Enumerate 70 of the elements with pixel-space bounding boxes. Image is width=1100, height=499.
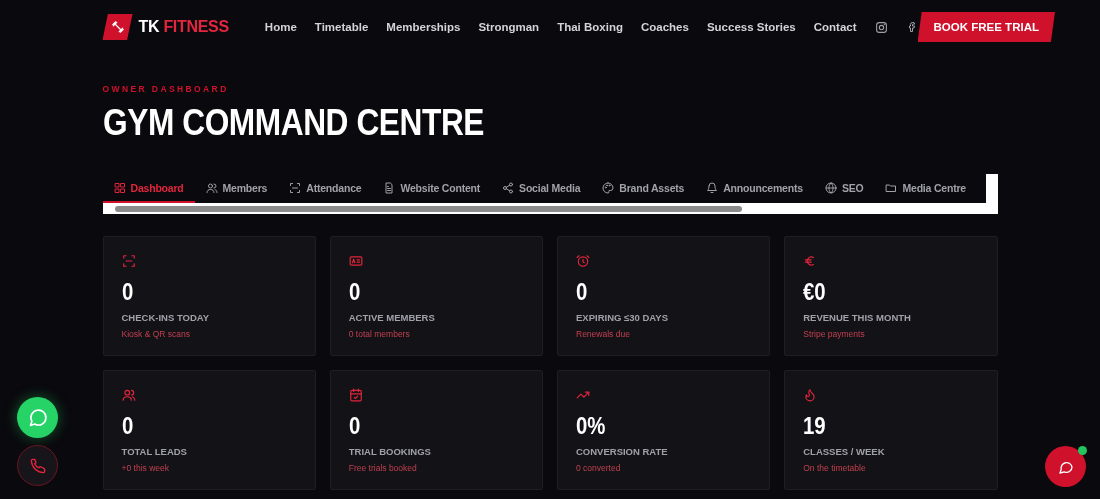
tab[interactable]: Social Media <box>491 174 592 203</box>
scan-icon <box>121 254 136 268</box>
stat-label: CHECK-INS TODAY <box>121 312 211 323</box>
dumbbell-icon <box>110 20 125 34</box>
tab[interactable]: Members <box>194 174 279 203</box>
flame-icon <box>803 388 818 402</box>
stat-note: +0 this week <box>121 463 170 473</box>
nav-link[interactable]: Home <box>264 21 297 33</box>
stat-value: 0 <box>348 412 362 440</box>
tab[interactable]: Announcements <box>695 174 814 203</box>
stat-label: CONVERSION RATE <box>576 446 669 457</box>
whatsapp-button[interactable] <box>17 397 58 438</box>
stat-label: TRIAL BOOKINGS <box>348 446 432 457</box>
scan-icon <box>289 181 302 194</box>
online-indicator <box>1078 446 1087 455</box>
instagram-icon <box>874 20 888 34</box>
logo-icon[interactable] <box>102 14 133 40</box>
stat-value: 0 <box>348 278 362 306</box>
globe-icon <box>824 181 837 194</box>
stat-note: Kiosk & QR scans <box>121 329 191 339</box>
id-card-icon <box>348 254 363 268</box>
stat-note: Renewals due <box>576 329 631 339</box>
stat-label: EXPIRING ≤30 DAYS <box>576 312 669 323</box>
stat-label: TOTAL LEADS <box>121 446 188 457</box>
nav-link[interactable]: Success Stories <box>706 21 796 33</box>
document-icon <box>383 181 396 194</box>
eyebrow-label: OWNER DASHBOARD <box>102 84 230 94</box>
stat-note: 0 total members <box>348 329 411 339</box>
tab[interactable]: Attendance <box>278 174 373 203</box>
alarm-clock-icon <box>576 254 590 268</box>
stat-note: 0 converted <box>576 463 622 473</box>
tab[interactable]: Brand Assets <box>591 174 696 203</box>
stat-label: REVENUE THIS MONTH <box>803 312 912 323</box>
page-title: GYM COMMAND CENTRE <box>102 102 485 144</box>
tab[interactable]: Website Content <box>372 174 492 203</box>
brand-name[interactable]: TK FITNESS <box>138 18 229 36</box>
people-icon <box>205 181 218 194</box>
stat-label: ACTIVE MEMBERS <box>348 312 436 323</box>
folder-icon <box>885 181 898 194</box>
stat-value: 19 <box>803 412 827 440</box>
phone-icon <box>29 457 46 474</box>
tab[interactable]: SEO <box>813 174 875 203</box>
chat-bubble-icon <box>27 407 48 428</box>
nav-link[interactable]: Thai Boxing <box>557 21 623 33</box>
share-icon <box>502 181 515 194</box>
nav-link[interactable]: Contact <box>813 21 857 33</box>
palette-icon <box>602 181 615 194</box>
stat-value: €0 <box>803 278 827 306</box>
nav-link[interactable]: Timetable <box>314 21 369 33</box>
stat-label: CLASSES / WEEK <box>803 446 886 457</box>
bell-icon <box>706 181 719 194</box>
stat-value: 0 <box>576 278 589 306</box>
stat-note: Free trials booked <box>348 463 418 473</box>
book-trial-button[interactable]: BOOK FREE TRIAL <box>917 12 1055 42</box>
stat-value: 0 <box>121 412 134 440</box>
people-icon <box>121 388 136 402</box>
vertical-scrollbar[interactable] <box>985 174 998 203</box>
grid-icon <box>113 181 126 194</box>
stat-value: 0% <box>576 412 607 440</box>
stat-note: Stripe payments <box>803 329 866 339</box>
phone-button[interactable] <box>17 445 58 486</box>
calendar-check-icon <box>348 388 363 402</box>
nav-link[interactable]: Strongman <box>478 21 540 33</box>
stat-note: On the timetable <box>803 463 867 473</box>
stat-value: 0 <box>121 278 134 306</box>
horizontal-scrollbar[interactable] <box>102 203 998 214</box>
nav-link[interactable]: Memberships <box>386 21 461 33</box>
nav-link[interactable]: Coaches <box>640 21 689 33</box>
chat-button[interactable] <box>1045 446 1086 487</box>
tab[interactable]: Media Centre <box>874 174 977 203</box>
